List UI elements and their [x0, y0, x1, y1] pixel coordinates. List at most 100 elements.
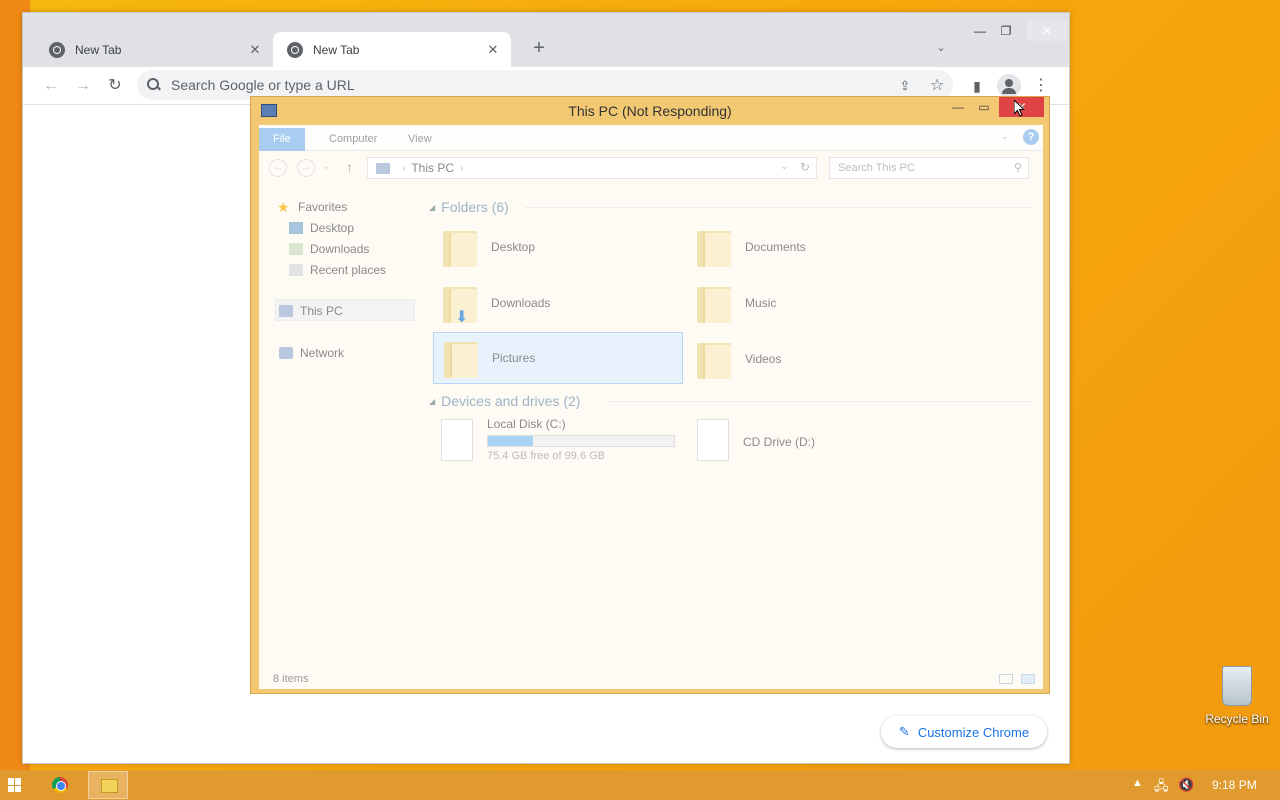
- folder-icon: [695, 339, 733, 379]
- ribbon-tab-computer[interactable]: Computer: [315, 128, 391, 151]
- maximize-button[interactable]: ❐: [993, 21, 1019, 41]
- customize-chrome-label: Customize Chrome: [917, 724, 1030, 740]
- up-arrow-icon[interactable]: ↑: [346, 159, 353, 175]
- folder-label: Desktop: [491, 240, 536, 254]
- collapse-triangle-icon: ◢: [429, 396, 436, 406]
- tab-strip: New Tab ✕ New Tab ✕ + ⌄ — ❐ ✕: [23, 13, 1069, 67]
- profile-avatar-icon[interactable]: [997, 74, 1021, 98]
- folder-desktop[interactable]: Desktop: [433, 221, 683, 273]
- folder-icon: [695, 227, 733, 267]
- nav-network[interactable]: Network: [279, 343, 344, 363]
- drive-local-disk-c[interactable]: Local Disk (C:) 75.4 GB free of 99.6 GB: [431, 417, 681, 469]
- recent-locations-chevron-icon[interactable]: ⌄: [321, 159, 331, 177]
- folder-pictures[interactable]: Pictures: [433, 332, 683, 384]
- menu-kebab-icon[interactable]: ⋮: [1029, 74, 1053, 98]
- side-panel-icon[interactable]: ▮: [965, 74, 989, 98]
- nav-desktop[interactable]: Desktop: [289, 218, 354, 238]
- forward-arrow-icon[interactable]: →: [71, 74, 95, 98]
- folder-label: Downloads: [491, 296, 551, 310]
- drive-name: Local Disk (C:): [487, 417, 566, 431]
- folders-header-label: Folders (6): [441, 199, 509, 215]
- tab-new-tab-2[interactable]: New Tab ✕: [273, 32, 511, 67]
- minimize-button[interactable]: —: [967, 21, 993, 41]
- nav-network-label: Network: [300, 346, 345, 360]
- folder-label: Documents: [745, 240, 806, 254]
- explorer-maximize-button[interactable]: ▭: [971, 97, 997, 117]
- share-icon[interactable]: ⇪: [893, 74, 917, 98]
- network-icon: [279, 347, 293, 359]
- chrome-favicon-icon: [287, 41, 303, 58]
- file-explorer-icon: [101, 779, 118, 793]
- cd-drive-icon: [697, 419, 729, 461]
- refresh-icon[interactable]: ↻: [800, 160, 810, 174]
- ribbon-expand-chevron-icon[interactable]: ⌄: [1001, 131, 1009, 142]
- folder-downloads[interactable]: ⬇ Downloads: [433, 277, 683, 329]
- folder-documents[interactable]: Documents: [687, 221, 937, 273]
- taskbar-chrome[interactable]: [40, 771, 80, 799]
- search-placeholder: Search This PC: [838, 162, 915, 174]
- start-button-windows-icon[interactable]: [8, 778, 22, 792]
- help-icon[interactable]: ?: [1023, 129, 1039, 145]
- network-tray-icon[interactable]: 🖧: [1154, 777, 1169, 799]
- new-tab-button[interactable]: +: [527, 36, 551, 60]
- explorer-window: This PC (Not Responding) — ▭ ✕ File Comp…: [250, 96, 1050, 694]
- tab-title: New Tab: [313, 42, 360, 57]
- show-hidden-icons-chevron-icon[interactable]: ▲: [1132, 777, 1143, 789]
- tab-new-tab-1[interactable]: New Tab ✕: [35, 32, 273, 67]
- pencil-icon: ✎: [898, 724, 910, 739]
- downloads-icon: [289, 243, 303, 255]
- folder-videos[interactable]: Videos: [687, 333, 937, 385]
- desktop-icon: [289, 222, 303, 234]
- nav-downloads[interactable]: Downloads: [289, 239, 369, 259]
- back-arrow-icon[interactable]: ←: [269, 159, 287, 177]
- drive-icon: [441, 419, 473, 461]
- taskbar-clock[interactable]: 9:18 PM: [1212, 778, 1257, 792]
- recycle-bin-label: Recycle Bin: [1205, 712, 1269, 726]
- tab-search-chevron-icon[interactable]: ⌄: [929, 36, 953, 60]
- recycle-bin-icon: [1222, 666, 1252, 706]
- close-tab-icon[interactable]: ✕: [247, 42, 263, 58]
- group-divider: [525, 207, 1031, 208]
- item-count: 8 items: [273, 673, 309, 685]
- folder-music[interactable]: Music: [687, 277, 937, 329]
- taskbar-file-explorer[interactable]: [88, 771, 128, 799]
- forward-arrow-icon[interactable]: →: [297, 159, 315, 177]
- nav-recent-places[interactable]: Recent places: [289, 260, 386, 280]
- star-icon: ★: [277, 199, 290, 215]
- address-bar[interactable]: › This PC › ⌄ ↻: [367, 157, 817, 179]
- drive-usage-fill: [488, 436, 534, 446]
- drives-group-header[interactable]: ◢ Devices and drives (2): [429, 391, 580, 411]
- explorer-minimize-button[interactable]: —: [945, 97, 971, 117]
- back-arrow-icon[interactable]: ←: [39, 74, 63, 98]
- address-dropdown-icon[interactable]: ⌄: [780, 161, 788, 172]
- bookmark-star-icon[interactable]: ☆: [925, 74, 949, 98]
- large-icons-view-icon[interactable]: [1021, 674, 1035, 684]
- ribbon-tab-view[interactable]: View: [394, 128, 446, 151]
- nav-favorites[interactable]: ★ Favorites: [277, 197, 347, 217]
- customize-chrome-button[interactable]: ✎ Customize Chrome: [881, 716, 1047, 748]
- volume-muted-icon[interactable]: 🔇: [1178, 777, 1194, 793]
- chrome-icon: [52, 777, 68, 793]
- nav-favorites-label: Favorites: [298, 200, 348, 214]
- explorer-body: File Computer View ⌄ ? ← → ⌄ ↑ › This PC…: [259, 125, 1043, 689]
- search-box[interactable]: Search This PC ⚲: [829, 157, 1029, 179]
- content-pane: ◢ Folders (6) Desktop Documents ⬇ Downlo…: [425, 195, 1035, 665]
- navigation-bar: ← → ⌄ ↑ › This PC › ⌄ ↻ Search This PC ⚲: [259, 155, 1043, 181]
- folder-icon: [695, 283, 733, 323]
- close-window-button[interactable]: ✕: [1027, 21, 1067, 41]
- drive-free-space: 75.4 GB free of 99.6 GB: [487, 450, 606, 462]
- drive-cd-d[interactable]: CD Drive (D:): [687, 417, 937, 469]
- nav-this-pc-label: This PC: [300, 304, 343, 318]
- close-tab-icon[interactable]: ✕: [485, 42, 501, 58]
- reload-icon[interactable]: ↻: [103, 74, 127, 98]
- address-text: This PC: [411, 161, 455, 175]
- folder-label: Music: [745, 296, 777, 310]
- ribbon-tab-file[interactable]: File: [259, 128, 305, 151]
- nav-this-pc[interactable]: This PC: [279, 301, 343, 321]
- drive-usage-bar: [487, 435, 675, 447]
- search-icon: [147, 78, 161, 92]
- status-bar: 8 items: [259, 669, 1043, 689]
- recycle-bin[interactable]: Recycle Bin: [1202, 666, 1272, 726]
- details-view-icon[interactable]: [999, 674, 1013, 684]
- folders-group-header[interactable]: ◢ Folders (6): [429, 197, 509, 217]
